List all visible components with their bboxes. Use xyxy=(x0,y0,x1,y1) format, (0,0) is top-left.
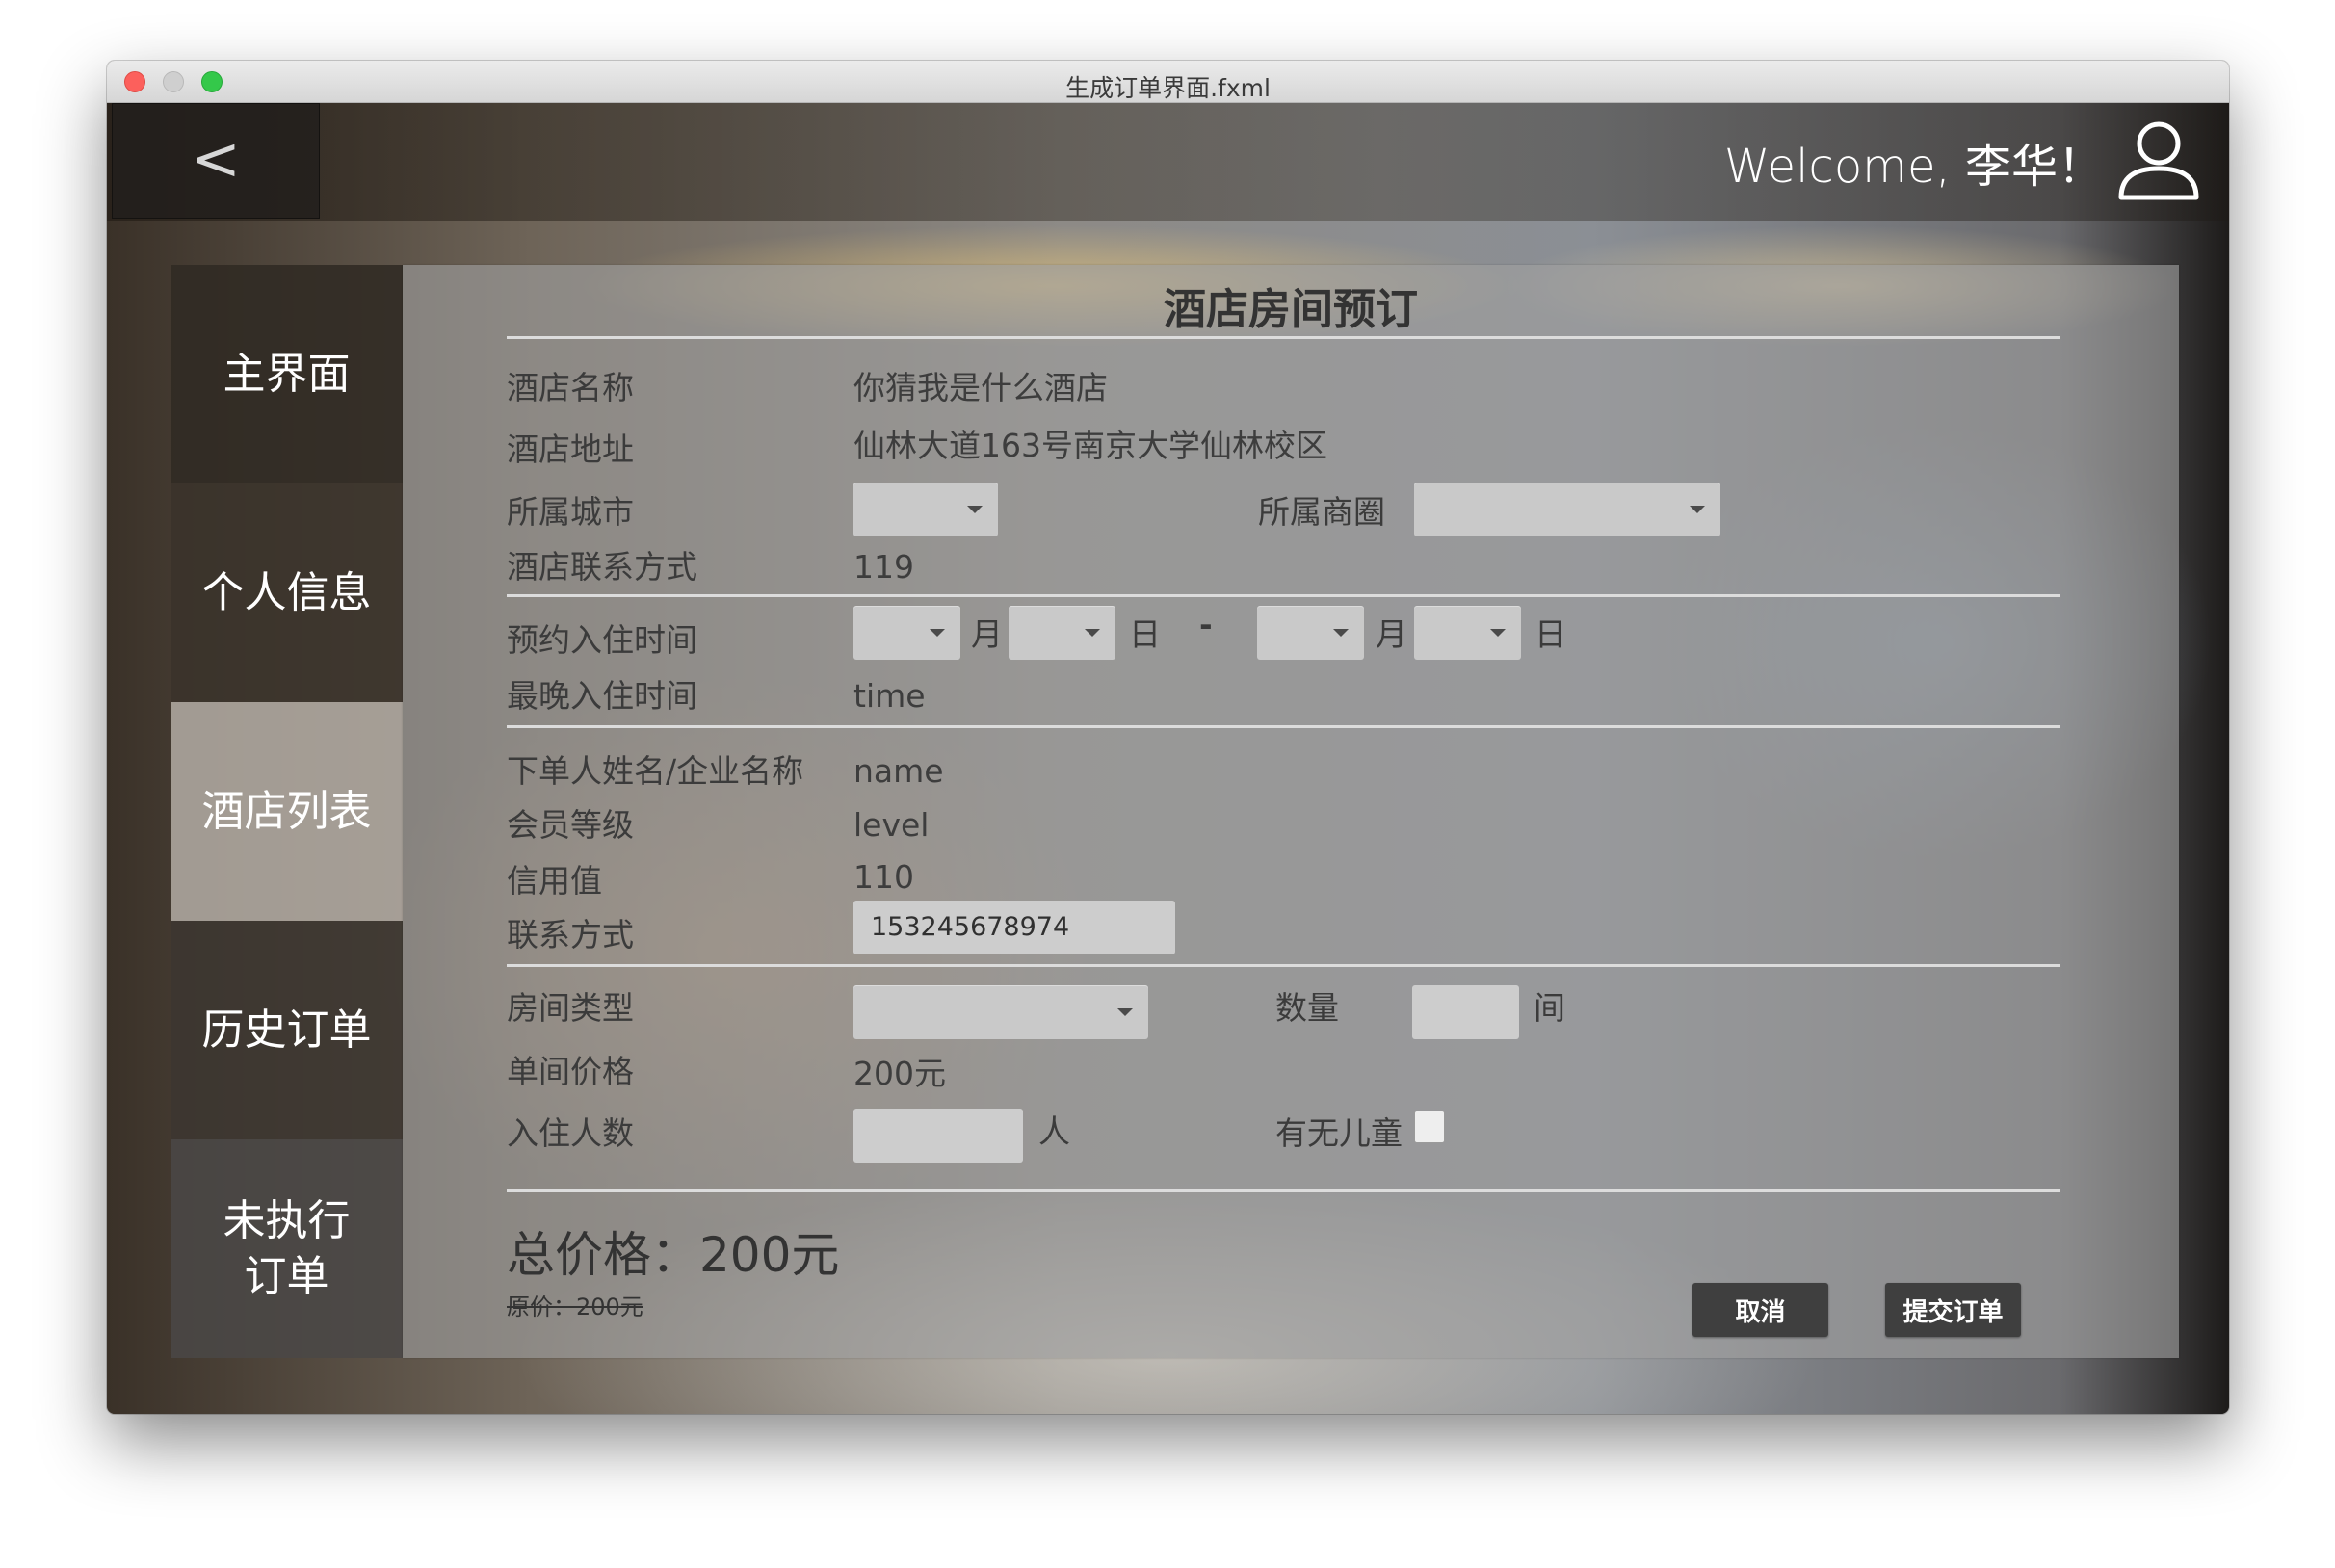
total-price: 总价格：200元 xyxy=(507,1227,840,1283)
city-select[interactable] xyxy=(853,483,998,536)
hotel-address-label: 酒店地址 xyxy=(507,431,634,468)
quantity-label: 数量 xyxy=(1275,989,1339,1027)
month-unit: 月 xyxy=(1376,615,1407,653)
month-unit: 月 xyxy=(971,615,1003,653)
chevron-down-icon xyxy=(1690,506,1705,513)
sidebar-item-label: 个人信息 xyxy=(201,567,372,617)
district-select[interactable] xyxy=(1414,483,1720,536)
member-level-label: 会员等级 xyxy=(507,806,634,844)
checkout-month-select[interactable] xyxy=(1257,606,1364,660)
hotel-contact-label: 酒店联系方式 xyxy=(507,548,697,586)
sidebar-item-hotel-list[interactable]: 酒店列表 xyxy=(171,702,403,921)
hotel-name-value: 你猜我是什么酒店 xyxy=(853,369,1108,406)
booking-form-panel: 酒店房间预订 酒店名称 你猜我是什么酒店 酒店地址 仙林大道163号南京大学仙林… xyxy=(403,265,2179,1358)
hotel-name-label: 酒店名称 xyxy=(507,369,634,406)
divider xyxy=(507,725,2060,728)
cancel-button[interactable]: 取消 xyxy=(1692,1283,1828,1337)
phone-field[interactable]: 153245678974 xyxy=(853,901,1175,954)
quantity-field[interactable] xyxy=(1412,985,1519,1039)
orderer-label: 下单人姓名/企业名称 xyxy=(507,752,804,790)
sidebar: 主界面 个人信息 酒店列表 历史订单 未执行 订单 xyxy=(171,265,403,1358)
sidebar-item-order-history[interactable]: 历史订单 xyxy=(171,921,403,1139)
checkout-day-select[interactable] xyxy=(1414,606,1521,660)
phone-label: 联系方式 xyxy=(507,916,634,954)
room-unit: 间 xyxy=(1534,989,1565,1027)
title-bar: 生成订单界面.fxml xyxy=(107,61,2229,103)
sidebar-item-home[interactable]: 主界面 xyxy=(171,265,403,483)
hotel-contact-value: 119 xyxy=(853,548,914,586)
welcome-text: Welcome, 李华！ xyxy=(1723,140,2104,194)
guests-field[interactable] xyxy=(853,1109,1023,1163)
chevron-down-icon xyxy=(1333,629,1349,637)
back-button[interactable]: < xyxy=(112,103,320,219)
divider xyxy=(507,594,2060,597)
sidebar-item-label: 酒店列表 xyxy=(201,786,372,836)
chevron-down-icon xyxy=(1490,629,1506,637)
room-type-select[interactable] xyxy=(853,985,1148,1039)
price-label: 单间价格 xyxy=(507,1053,634,1090)
window-title: 生成订单界面.fxml xyxy=(1065,74,1271,102)
credit-value: 110 xyxy=(853,858,914,896)
original-price: 原价：200元 xyxy=(507,1294,643,1320)
day-unit: 日 xyxy=(1535,615,1566,653)
room-type-label: 房间类型 xyxy=(507,989,634,1027)
price-value: 200元 xyxy=(853,1055,946,1092)
district-label: 所属商圈 xyxy=(1258,493,1385,531)
date-range-separator: - xyxy=(1199,606,1213,643)
sidebar-item-profile[interactable]: 个人信息 xyxy=(171,483,403,702)
divider xyxy=(507,336,2060,339)
credit-label: 信用值 xyxy=(507,862,602,900)
chevron-down-icon xyxy=(1085,629,1100,637)
app-content: < Welcome, 李华！ 主界面 个人信息 酒店列表 历史订单 未执行 订单 xyxy=(107,103,2229,1414)
divider xyxy=(507,964,2060,967)
sidebar-item-pending-orders[interactable]: 未执行 订单 xyxy=(171,1139,403,1358)
guests-label: 入住人数 xyxy=(507,1114,634,1152)
checkin-month-select[interactable] xyxy=(853,606,960,660)
children-label: 有无儿童 xyxy=(1275,1114,1403,1152)
latest-checkin-value: time xyxy=(853,677,926,715)
city-label: 所属城市 xyxy=(507,493,634,531)
chevron-down-icon xyxy=(967,506,983,513)
hotel-address-value: 仙林大道163号南京大学仙林校区 xyxy=(853,427,1327,464)
checkin-day-select[interactable] xyxy=(1009,606,1115,660)
chevron-left-icon: < xyxy=(191,122,241,194)
user-icon[interactable] xyxy=(2113,115,2204,205)
checkin-time-label: 预约入住时间 xyxy=(507,621,697,659)
chevron-down-icon xyxy=(1117,1008,1133,1016)
member-level-value: level xyxy=(853,806,930,844)
sidebar-item-label: 主界面 xyxy=(223,349,351,399)
submit-order-button[interactable]: 提交订单 xyxy=(1885,1283,2021,1337)
divider xyxy=(507,1189,2060,1192)
app-window: 生成订单界面.fxml < Welcome, 李华！ 主界面 个人信息 酒店列表… xyxy=(107,61,2229,1414)
day-unit: 日 xyxy=(1129,615,1161,653)
orderer-value: name xyxy=(853,752,944,790)
chevron-down-icon xyxy=(930,629,945,637)
form-title: 酒店房间预订 xyxy=(1164,285,1418,334)
sidebar-item-label: 历史订单 xyxy=(201,1005,372,1055)
sidebar-item-label: 未执行 订单 xyxy=(223,1195,351,1301)
children-checkbox[interactable] xyxy=(1414,1111,1445,1143)
latest-checkin-label: 最晚入住时间 xyxy=(507,677,697,715)
person-unit: 人 xyxy=(1038,1112,1070,1150)
